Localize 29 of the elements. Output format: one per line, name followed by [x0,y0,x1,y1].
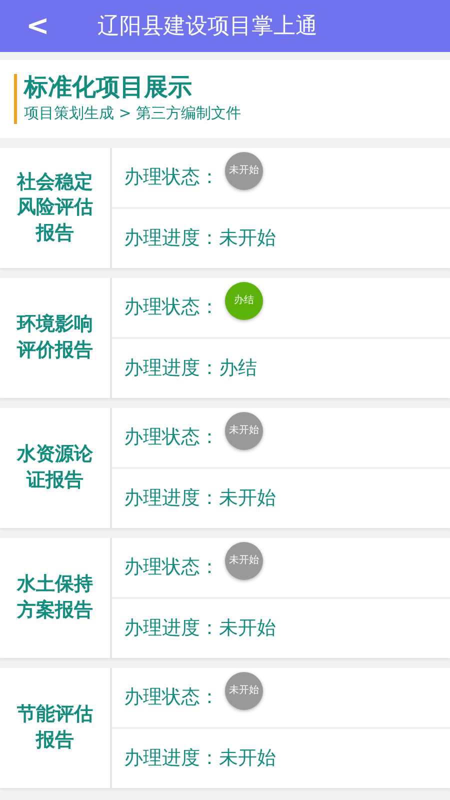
item-name: 水资源论证报告 [16,442,94,494]
item-name: 水土保持方案报告 [16,572,94,624]
progress-value: 未开始 [219,616,276,642]
item-name: 社会稳定风险评估报告 [16,170,94,246]
back-button[interactable]: < [18,12,58,40]
app-title: 辽阳县建设项目掌上通 [97,12,318,40]
section-title: 标准化项目展示 [24,74,193,102]
item-name: 环境影响评价报告 [16,312,94,364]
progress-value: 办结 [219,356,257,382]
status-label: 办理状态： [124,685,219,710]
status-label: 办理状态： [124,295,219,320]
item-name: 节能评估报告 [16,702,94,754]
status-badge: 未开始 [225,412,263,450]
progress-label: 办理进度： [124,616,219,642]
status-badge: 未开始 [225,672,263,710]
status-badge: 未开始 [225,152,263,190]
breadcrumb-text: 项目策划生成 > 第三方编制文件 [24,102,242,124]
status-label: 办理状态： [124,555,219,580]
status-badge: 办结 [225,282,263,320]
progress-label: 办理进度： [124,356,219,382]
progress-value: 未开始 [219,486,276,512]
status-badge: 未开始 [225,542,263,580]
progress-label: 办理进度： [124,746,219,772]
status-label: 办理状态： [124,165,219,190]
progress-label: 办理进度： [124,486,219,512]
progress-value: 未开始 [219,226,276,252]
status-label: 办理状态： [124,425,219,450]
progress-value: 未开始 [219,746,276,772]
progress-label: 办理进度： [124,226,219,252]
